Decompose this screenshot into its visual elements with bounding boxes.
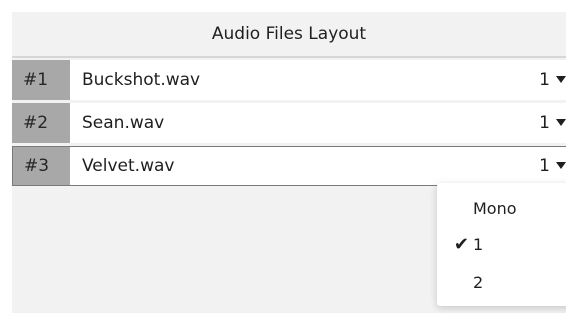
menu-item-2[interactable]: 2 xyxy=(437,265,566,299)
row-index: #2 xyxy=(12,103,70,143)
audio-file-row[interactable]: #2 Sean.wav 1 xyxy=(12,103,566,143)
channel-dropdown[interactable]: 1 xyxy=(539,156,566,176)
chevron-down-icon[interactable] xyxy=(556,160,566,172)
panel-header: Audio Files Layout xyxy=(12,12,566,56)
row-index: #3 xyxy=(12,146,70,186)
channel-dropdown-menu: Mono ✔ 1 2 xyxy=(437,183,566,306)
menu-item-label: 2 xyxy=(473,272,484,292)
row-main[interactable]: Sean.wav 1 xyxy=(70,103,566,143)
file-name: Velvet.wav xyxy=(82,156,175,176)
menu-item-1[interactable]: ✔ 1 xyxy=(437,227,566,261)
audio-file-row-selected[interactable]: #3 Velvet.wav 1 xyxy=(12,146,566,186)
menu-item-mono[interactable]: Mono xyxy=(437,191,566,225)
channel-value: 1 xyxy=(539,113,550,133)
row-main[interactable]: Velvet.wav 1 xyxy=(70,146,566,186)
channel-value: 1 xyxy=(539,70,550,90)
panel-title: Audio Files Layout xyxy=(211,24,367,44)
channel-dropdown[interactable]: 1 xyxy=(539,113,566,133)
menu-item-label: 1 xyxy=(473,234,484,254)
row-index: #1 xyxy=(12,60,70,100)
row-main[interactable]: Buckshot.wav 1 xyxy=(70,60,566,100)
chevron-down-icon[interactable] xyxy=(556,74,566,86)
file-name: Buckshot.wav xyxy=(82,70,201,90)
channel-value: 1 xyxy=(539,156,550,176)
menu-item-label: Mono xyxy=(473,198,517,218)
chevron-down-icon[interactable] xyxy=(556,117,566,129)
file-name: Sean.wav xyxy=(82,113,165,133)
checkmark-icon: ✔ xyxy=(453,233,469,255)
header-divider xyxy=(12,56,566,58)
audio-file-row[interactable]: #1 Buckshot.wav 1 xyxy=(12,60,566,100)
channel-dropdown[interactable]: 1 xyxy=(539,70,566,90)
